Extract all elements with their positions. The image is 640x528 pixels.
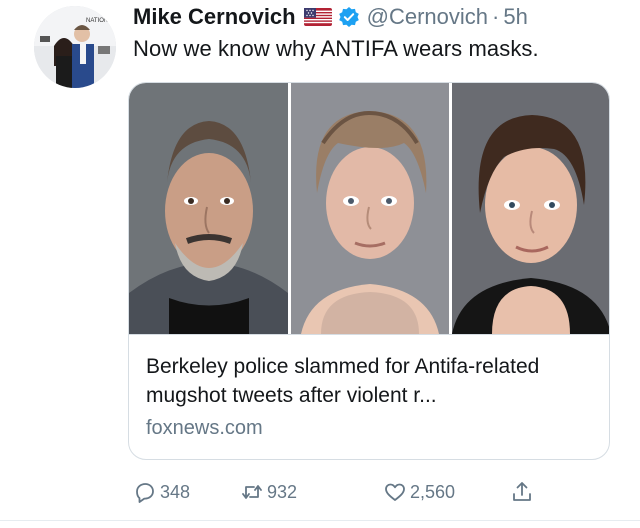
share-button[interactable] [510, 478, 537, 506]
author-handle[interactable]: @Cernovich [367, 4, 488, 30]
like-count: 2,560 [410, 481, 456, 502]
separator-dot: · [492, 4, 500, 29]
reply-button[interactable]: 348 [133, 478, 190, 506]
card-domain: foxnews.com [146, 417, 263, 439]
tweet-text: Now we know why ANTIFA wears masks. [133, 36, 539, 61]
reply-count: 348 [160, 481, 191, 502]
like-icon [385, 483, 405, 501]
us-flag-icon [303, 8, 332, 26]
action-bar: 348 932 2,560 [133, 478, 553, 506]
svg-text:NATION: NATION [86, 18, 108, 24]
tweet-header: Mike Cernovich @Cernovich · 5h [133, 4, 528, 30]
avatar[interactable]: NATION [34, 6, 116, 88]
tweet-timestamp[interactable]: 5h [503, 4, 527, 30]
like-button[interactable]: 2,560 [383, 478, 455, 506]
mugshot-man [129, 83, 288, 334]
card-body: Berkeley police slammed for Antifa-relat… [129, 334, 609, 459]
card-title[interactable]: Berkeley police slammed for Antifa-relat… [146, 352, 596, 410]
retweet-button[interactable]: 932 [240, 478, 297, 506]
link-card[interactable]: Berkeley police slammed for Antifa-relat… [128, 82, 610, 460]
tweet-divider [0, 520, 640, 521]
author-name[interactable]: Mike Cernovich [133, 4, 296, 30]
verified-badge-icon [338, 6, 360, 28]
mugshot-woman-short-hair [452, 83, 609, 334]
retweet-icon [242, 485, 262, 499]
reply-icon [136, 483, 154, 503]
share-icon [513, 482, 531, 501]
mugshot-woman-older [290, 83, 450, 334]
retweet-count: 932 [267, 481, 298, 502]
card-media [129, 83, 609, 334]
